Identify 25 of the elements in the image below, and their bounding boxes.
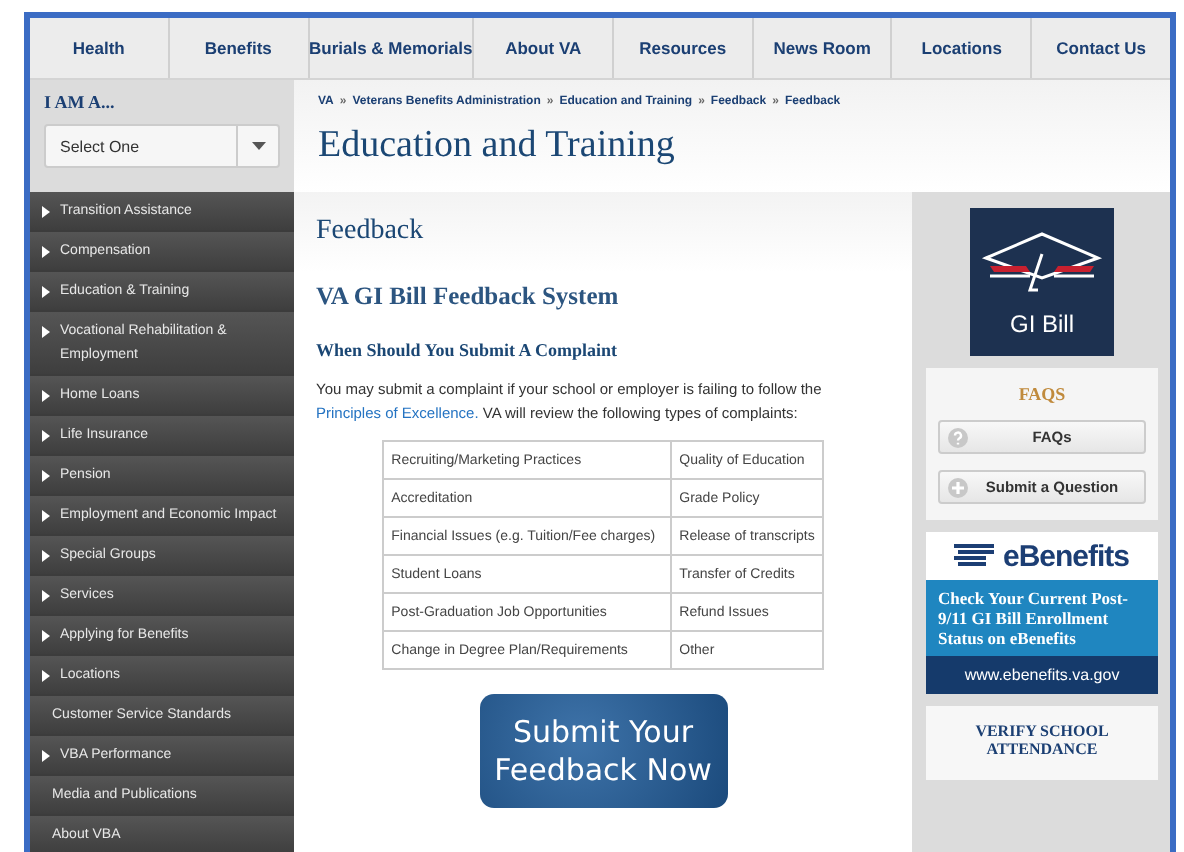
role-select[interactable]: Select One [44,124,280,168]
question-icon [948,427,968,447]
nav-link[interactable]: Burials & Memorials [309,18,475,78]
stripes-icon [954,544,999,568]
section-title: Feedback [316,216,426,248]
nav-link[interactable]: Health [30,18,170,78]
card-title: FAQS [1016,384,1068,404]
ebenefits-url[interactable]: www.ebenefits.va.gov [926,656,1158,694]
subheading: When Should You Submit A Complaint [316,340,619,360]
heading: VA GI Bill Feedback System [316,282,621,312]
nav-link[interactable]: About VA [474,18,614,78]
gi-bill-logo[interactable]: GI Bill [970,208,1114,356]
nav-link[interactable]: Locations [892,18,1033,78]
nav-link[interactable]: News Room [753,18,893,78]
nav-link[interactable]: Resources [613,18,754,78]
page-title: Education and Training [318,124,677,168]
iam-label: I AM A... [44,92,117,112]
nav-link[interactable]: Contact Us [1032,18,1170,78]
caret-icon [251,142,265,150]
card-title: VERIFY SCHOOL ATTENDANCE [973,722,1111,758]
nav-link[interactable]: Benefits [169,18,309,78]
ebenefits-logo: eBenefits [1002,539,1130,573]
ebenefits-message: Check Your Current Post-9/11 GI Bill Enrollment Status on eBenefits [926,580,1158,656]
plus-icon [948,477,968,497]
submit-feedback-button[interactable]: Submit Your Feedback Now [479,694,727,808]
